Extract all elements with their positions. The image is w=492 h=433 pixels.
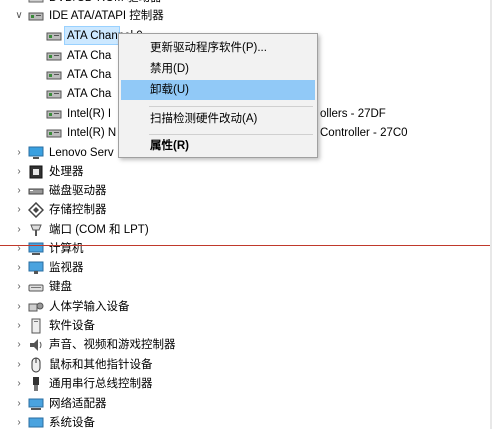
menu-item-properties[interactable]: 属性(R) xyxy=(121,136,315,156)
network-adapter-icon xyxy=(28,396,44,412)
tree-item-label: 计算机 xyxy=(49,243,84,255)
ide-controller-icon xyxy=(28,8,44,24)
chevron-right-icon[interactable]: › xyxy=(14,239,24,259)
chevron-right-icon[interactable]: › xyxy=(14,335,24,355)
tree-item-label-overflow: Controller - 27C0 xyxy=(320,127,408,139)
monitor-icon xyxy=(28,260,44,276)
ide-controller-icon xyxy=(46,86,62,102)
tree-item-computer[interactable]: › 计算机 xyxy=(14,239,84,259)
tree-item-sound[interactable]: › 声音、视频和游戏控制器 xyxy=(14,335,176,355)
keyboard-icon xyxy=(28,279,44,295)
storage-controller-icon xyxy=(28,202,44,218)
tree-item-label: ATA Cha xyxy=(67,69,112,81)
usb-icon xyxy=(28,376,44,392)
tree-item-intel-controller[interactable]: Intel(R) I xyxy=(46,104,111,124)
tree-item-label: 端口 (COM 和 LPT) xyxy=(49,224,149,236)
tree-item-usb[interactable]: › 通用串行总线控制器 xyxy=(14,374,153,394)
tree-item-disk-drives[interactable]: › 磁盘驱动器 xyxy=(14,181,107,201)
tree-item-label: 监视器 xyxy=(49,262,84,274)
tree-item-storage-controllers[interactable]: › 存储控制器 xyxy=(14,200,107,220)
chevron-right-icon[interactable]: › xyxy=(14,220,24,240)
tree-item-label: Intel(R) N xyxy=(67,127,117,139)
tree-item-hid[interactable]: › 人体学输入设备 xyxy=(14,297,130,317)
tree-item-mice[interactable]: › 鼠标和其他指针设备 xyxy=(14,355,153,375)
chevron-right-icon[interactable]: › xyxy=(14,258,24,278)
menu-item-uninstall[interactable]: 卸载(U) xyxy=(121,80,315,100)
tree-item-label: 系统设备 xyxy=(49,417,95,429)
chevron-right-icon[interactable]: › xyxy=(14,181,24,201)
chevron-right-icon[interactable]: › xyxy=(14,277,24,297)
chevron-right-icon[interactable]: › xyxy=(14,162,24,182)
tree-item-label: 通用串行总线控制器 xyxy=(49,378,153,390)
tree-item-label-overflow: ollers - 27DF xyxy=(320,108,386,120)
ide-controller-icon xyxy=(46,67,62,83)
chevron-right-icon[interactable]: › xyxy=(14,143,24,163)
ide-controller-icon xyxy=(46,125,62,141)
tree-item-network-adapters[interactable]: › 网络适配器 xyxy=(14,394,107,414)
port-icon xyxy=(28,222,44,238)
chevron-right-icon[interactable]: › xyxy=(14,355,24,375)
tree-item-intel-controller[interactable]: Intel(R) N xyxy=(46,123,116,143)
disk-drive-icon xyxy=(28,183,44,199)
tree-item-lenovo[interactable]: › Lenovo Serv xyxy=(14,143,114,163)
computer-icon xyxy=(28,241,44,257)
tree-item-ata-channel[interactable]: ATA Cha xyxy=(46,84,111,104)
tree-item-ide-group[interactable]: ∨ IDE ATA/ATAPI 控制器 xyxy=(14,6,164,26)
tree-item-keyboard[interactable]: › 键盘 xyxy=(14,277,72,297)
tree-item-label: 人体学输入设备 xyxy=(49,301,130,313)
tree-item-processor[interactable]: › 处理器 xyxy=(14,162,84,182)
tree-item-label: ATA Cha xyxy=(67,50,112,62)
chevron-right-icon[interactable]: › xyxy=(14,297,24,317)
menu-item-disable[interactable]: 禁用(D) xyxy=(121,59,315,79)
human-interface-icon xyxy=(28,299,44,315)
context-menu: 更新驱动程序软件(P)... 禁用(D) 卸载(U) 扫描检测硬件改动(A) 属… xyxy=(118,33,318,158)
mouse-icon xyxy=(28,357,44,373)
tree-item-label: Lenovo Serv xyxy=(49,147,114,159)
monitor-icon xyxy=(28,145,44,161)
tree-item-label: 处理器 xyxy=(49,166,84,178)
ide-controller-icon xyxy=(46,28,62,44)
tree-item-label: 键盘 xyxy=(49,281,72,293)
chevron-right-icon[interactable]: › xyxy=(14,413,24,433)
tree-item-label: 软件设备 xyxy=(49,320,95,332)
chevron-right-icon[interactable]: › xyxy=(14,374,24,394)
menu-separator xyxy=(149,134,313,135)
speaker-icon xyxy=(28,337,44,353)
menu-item-scan-hardware[interactable]: 扫描检测硬件改动(A) xyxy=(121,109,315,129)
chevron-right-icon[interactable]: › xyxy=(14,394,24,414)
tree-item-ports[interactable]: › 端口 (COM 和 LPT) xyxy=(14,220,149,240)
tree-item-monitors[interactable]: › 监视器 xyxy=(14,258,84,278)
chevron-right-icon[interactable]: › xyxy=(14,316,24,336)
menu-separator xyxy=(149,106,313,107)
tree-item-label: 存储控制器 xyxy=(49,204,107,216)
chevron-down-icon[interactable]: ∨ xyxy=(14,6,24,26)
software-device-icon xyxy=(28,318,44,334)
tree-item-label: 鼠标和其他指针设备 xyxy=(49,359,153,371)
tree-item-ata-channel[interactable]: ATA Cha xyxy=(46,65,111,85)
tree-item-software-devices[interactable]: › 软件设备 xyxy=(14,316,95,336)
tree-item-label: 网络适配器 xyxy=(49,398,107,410)
tree-item-label: ATA Cha xyxy=(67,88,112,100)
menu-item-update-driver[interactable]: 更新驱动程序软件(P)... xyxy=(121,38,315,58)
tree-item-label: 磁盘驱动器 xyxy=(49,185,107,197)
chevron-right-icon[interactable]: › xyxy=(14,200,24,220)
tree-item-ata-channel[interactable]: ATA Cha xyxy=(46,46,111,66)
tree-item-system-devices[interactable]: › 系统设备 xyxy=(14,413,95,433)
ide-controller-icon xyxy=(46,48,62,64)
tree-item-label: Intel(R) I xyxy=(67,108,112,120)
tree-item-label: IDE ATA/ATAPI 控制器 xyxy=(49,10,164,22)
tree-item-label: 声音、视频和游戏控制器 xyxy=(49,339,176,351)
ide-controller-icon xyxy=(46,106,62,122)
annotation-line xyxy=(0,245,492,246)
processor-icon xyxy=(28,164,44,180)
